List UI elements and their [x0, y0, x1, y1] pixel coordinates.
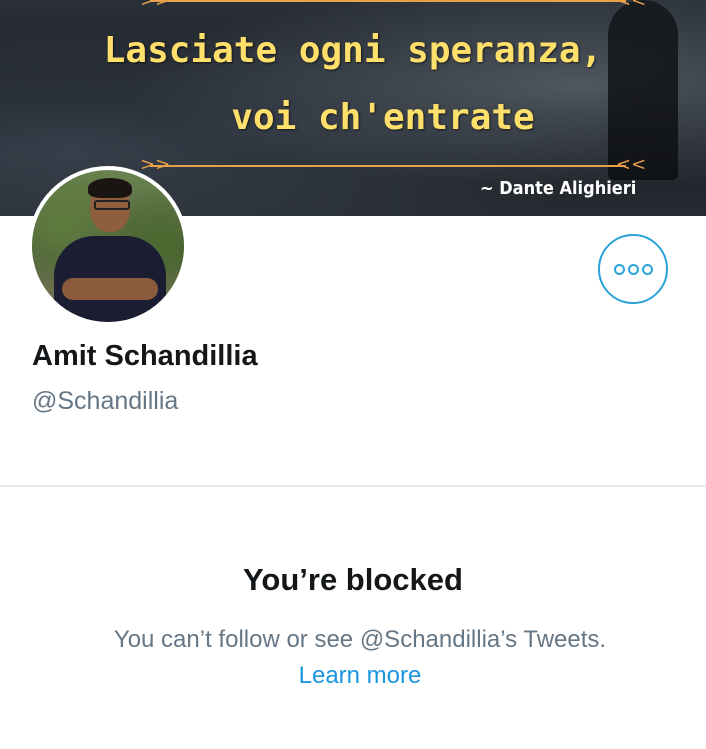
banner-ornament-top: [150, 0, 626, 2]
blocked-title: You’re blocked: [243, 562, 463, 597]
ornament-arrow-right-icon: <<: [616, 0, 647, 11]
ornament-arrow-left-icon: >>: [140, 0, 171, 11]
more-options-button[interactable]: [598, 234, 668, 304]
banner-figure-silhouette: [608, 0, 678, 180]
banner-quote-line2: voi ch'entrate: [231, 97, 535, 138]
banner-quote-author: ~ Dante Alighieri: [480, 178, 637, 199]
blocked-message: You can’t follow or see @Schandillia’s T…: [113, 626, 607, 653]
profile-handle: @Schandillia: [32, 387, 179, 415]
avatar-glasses: [94, 200, 130, 210]
profile-display-name: Amit Schandillia: [32, 340, 258, 372]
banner-quote-line1: Lasciate ogni speranza,: [103, 30, 603, 71]
more-options-icon: [613, 263, 653, 275]
ornament-arrow-right-icon: <<: [616, 154, 647, 175]
avatar-arms: [62, 278, 158, 300]
section-divider: [0, 485, 706, 487]
learn-more-link[interactable]: Learn more: [0, 662, 706, 690]
banner-ornament-bottom: [150, 165, 626, 167]
avatar[interactable]: [28, 166, 188, 326]
avatar-hair: [88, 178, 132, 198]
